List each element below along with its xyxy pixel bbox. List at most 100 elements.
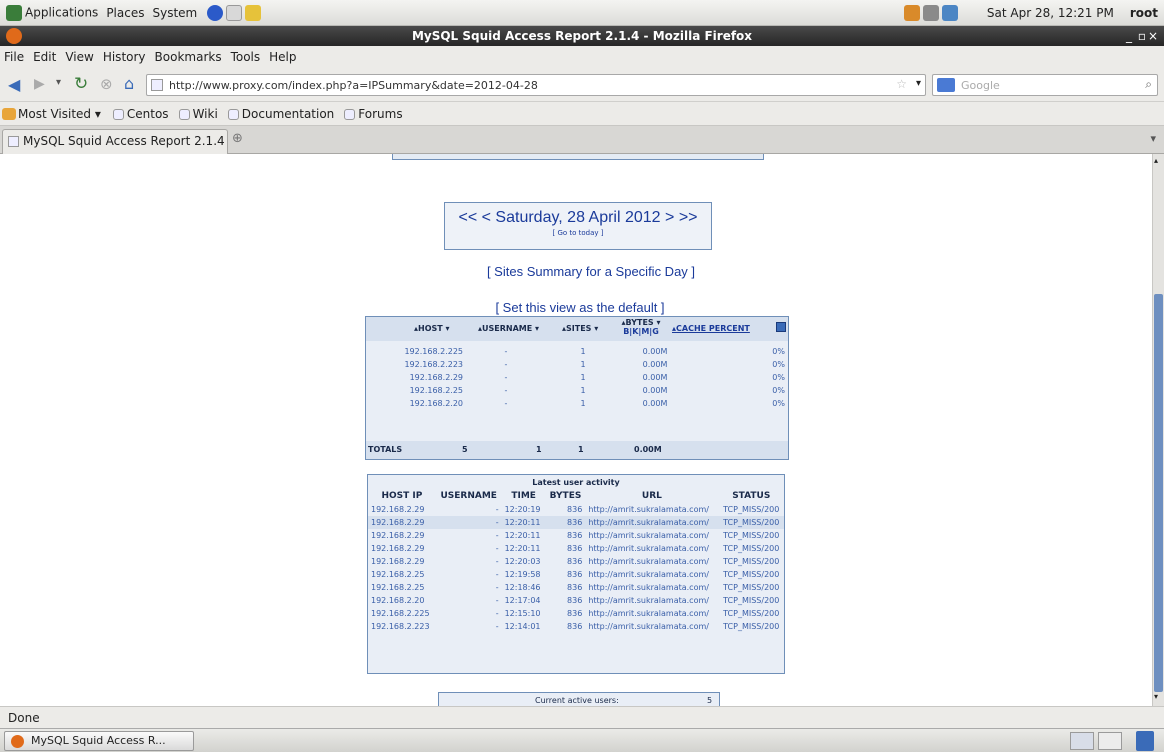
close-button[interactable]: × — [1148, 26, 1158, 46]
table-row: 192.168.2.29 -12:20:11 836 http://amrit.suk… — [368, 529, 784, 542]
sites-summary-link[interactable]: [ Sites Summary for a Specific Day ] — [466, 264, 716, 279]
next-day-link[interactable]: > — [665, 209, 674, 226]
vertical-scrollbar[interactable]: ▴ ▾ — [1152, 154, 1164, 706]
host-cell[interactable]: 192.168.2.25 — [366, 384, 466, 397]
reload-icon[interactable]: ↻ — [74, 74, 88, 94]
ip-cell[interactable]: 192.168.2.29 — [368, 529, 436, 542]
applications-menu[interactable]: Applications — [6, 4, 98, 21]
header-host[interactable]: ▴HOST ▾ — [414, 324, 450, 333]
user-menu[interactable]: root — [1130, 6, 1158, 20]
url-cell[interactable]: http://amrit.sukralamata.com/ — [585, 568, 718, 581]
search-bar[interactable]: Google ⌕ — [932, 74, 1158, 96]
editor-launcher-icon[interactable] — [245, 4, 262, 21]
back-icon[interactable]: ◀ — [8, 75, 20, 94]
network-icon[interactable] — [922, 4, 939, 21]
ip-cell[interactable]: 192.168.2.225 — [368, 607, 436, 620]
site-identity-icon[interactable] — [151, 79, 163, 91]
trash-icon[interactable] — [1136, 731, 1154, 751]
search-icon[interactable]: ⌕ — [1145, 77, 1152, 92]
url-cell[interactable]: http://amrit.sukralamata.com/ — [585, 542, 718, 555]
maximize-button[interactable]: ▫ — [1138, 26, 1146, 46]
clock[interactable]: Sat Apr 28, 12:21 PM — [987, 6, 1114, 20]
new-tab-icon[interactable]: ⊕ — [232, 131, 243, 146]
scroll-up-icon[interactable]: ▴ — [1154, 156, 1158, 165]
firefox-launcher-icon[interactable] — [207, 4, 224, 21]
header-sites[interactable]: ▴SITES ▾ — [562, 324, 598, 333]
ip-cell[interactable]: 192.168.2.25 — [368, 581, 436, 594]
scroll-down-icon[interactable]: ▾ — [1154, 692, 1158, 701]
menu-tools[interactable]: Tools — [231, 50, 261, 64]
history-dropdown-icon[interactable]: ▾ — [56, 77, 61, 88]
taskbar-window-button[interactable]: MySQL Squid Access R... — [4, 731, 194, 751]
bookmark-most-visited[interactable]: Most Visited ▾ — [2, 107, 101, 121]
host-cell[interactable]: 192.168.2.223 — [366, 358, 466, 371]
header-username[interactable]: ▴USERNAME ▾ — [478, 324, 539, 333]
header-cache-label: CACHE PERCENT — [676, 324, 750, 333]
menu-file[interactable]: File — [4, 50, 24, 64]
host-cell[interactable]: 192.168.2.225 — [366, 345, 466, 358]
bookmark-forums[interactable]: Forums — [344, 107, 403, 121]
bytes-unit-links[interactable]: B|K|M|G — [623, 327, 659, 336]
url-cell[interactable]: http://amrit.sukralamata.com/ — [585, 607, 718, 620]
go-to-today-link[interactable]: [ Go to today ] — [445, 229, 711, 237]
ip-cell[interactable]: 192.168.2.29 — [368, 503, 436, 516]
workspace-1[interactable] — [1070, 732, 1094, 750]
status-cell: TCP_MISS/200 — [723, 570, 780, 579]
table-row: 192.168.2.223 -12:14:01 836 http://amrit.su… — [368, 620, 784, 633]
minimize-button[interactable]: _ — [1126, 26, 1132, 46]
header-cache-percent[interactable]: ▴CACHE PERCENT — [672, 324, 750, 333]
col-url: URL — [641, 491, 662, 501]
bookmark-star-icon[interactable]: ☆ — [896, 77, 907, 91]
url-cell[interactable]: http://amrit.sukralamata.com/ — [585, 516, 718, 529]
ip-cell[interactable]: 192.168.2.29 — [368, 516, 436, 529]
forward-icon[interactable]: ▶ — [34, 76, 45, 92]
tab-list-icon[interactable]: ▾ — [1150, 132, 1156, 145]
menu-help[interactable]: Help — [269, 50, 296, 64]
tab-active[interactable]: MySQL Squid Access Report 2.1.4 — [2, 129, 228, 154]
menu-view[interactable]: View — [65, 50, 93, 64]
columns-toggle-icon[interactable] — [776, 322, 786, 332]
bookmark-documentation[interactable]: Documentation — [227, 107, 334, 121]
set-default-link[interactable]: [ Set this view as the default ] — [480, 300, 680, 315]
last-day-link[interactable]: >> — [679, 209, 698, 226]
url-cell[interactable]: http://amrit.sukralamata.com/ — [585, 581, 718, 594]
url-cell[interactable]: http://amrit.sukralamata.com/ — [585, 620, 718, 633]
bookmark-centos[interactable]: Centos — [112, 107, 169, 121]
places-menu[interactable]: Places — [106, 6, 144, 20]
url-dropdown-icon[interactable]: ▾ — [916, 78, 921, 89]
applications-icon — [6, 4, 22, 21]
home-icon[interactable]: ⌂ — [124, 74, 134, 93]
host-cell[interactable]: 192.168.2.20 — [366, 397, 466, 410]
menu-bookmarks[interactable]: Bookmarks — [155, 50, 222, 64]
user-cell: - — [495, 557, 499, 566]
header-bytes[interactable]: ▴BYTES ▾ B|K|M|G — [614, 318, 668, 336]
ip-cell[interactable]: 192.168.2.223 — [368, 620, 436, 633]
bytes-cell: 836 — [567, 544, 583, 553]
volume-icon[interactable] — [941, 4, 958, 21]
scroll-thumb[interactable] — [1154, 294, 1163, 692]
workspace-2[interactable] — [1098, 732, 1122, 750]
ip-cell[interactable]: 192.168.2.29 — [368, 555, 436, 568]
update-icon[interactable] — [903, 4, 920, 21]
status-cell: TCP_MISS/200 — [723, 544, 780, 553]
url-cell[interactable]: http://amrit.sukralamata.com/ — [585, 529, 718, 542]
first-day-link[interactable]: << — [458, 209, 477, 226]
host-cell[interactable]: 192.168.2.29 — [366, 371, 466, 384]
activity-header-row: HOST IP USERNAME TIME BYTES URL STATUS — [368, 489, 784, 503]
menu-history[interactable]: History — [103, 50, 146, 64]
url-cell[interactable]: http://amrit.sukralamata.com/ — [585, 503, 718, 516]
activity-title: Latest user activity — [532, 478, 620, 487]
ip-cell[interactable]: 192.168.2.20 — [368, 594, 436, 607]
ip-cell[interactable]: 192.168.2.29 — [368, 542, 436, 555]
system-menu[interactable]: System — [152, 6, 197, 20]
bookmark-wiki[interactable]: Wiki — [178, 107, 218, 121]
prev-day-link[interactable]: < — [482, 209, 491, 226]
ip-cell[interactable]: 192.168.2.25 — [368, 568, 436, 581]
url-cell[interactable]: http://amrit.sukralamata.com/ — [585, 555, 718, 568]
stop-icon[interactable]: ⊗ — [100, 75, 113, 93]
search-engine-icon[interactable] — [937, 78, 955, 92]
mail-launcher-icon[interactable] — [226, 4, 243, 21]
url-cell[interactable]: http://amrit.sukralamata.com/ — [585, 594, 718, 607]
url-bar[interactable]: http://www.proxy.com/index.php?a=IPSumma… — [146, 74, 926, 96]
menu-edit[interactable]: Edit — [33, 50, 56, 64]
